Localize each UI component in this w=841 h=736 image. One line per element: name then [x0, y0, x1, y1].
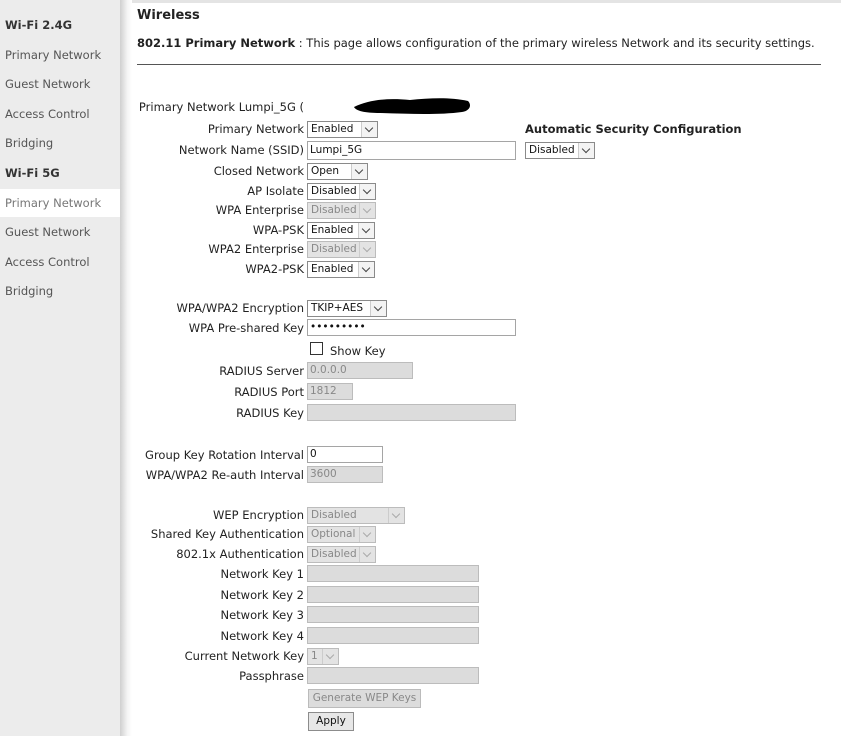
sidebar-item-5g-access-control[interactable]: Access Control	[0, 248, 120, 276]
sidebar-item-5g-guest-network[interactable]: Guest Network	[0, 218, 120, 246]
ssid-input[interactable]: Lumpi_5G	[307, 141, 516, 160]
wpa2-psk-label: WPA2-PSK	[245, 262, 304, 276]
ssid-label: Network Name (SSID)	[178, 143, 304, 157]
sidebar-section-wifi-5g: Wi-Fi 5G	[5, 166, 60, 180]
chevron-down-icon	[358, 262, 374, 277]
network-key-4-input[interactable]	[307, 627, 479, 644]
ap-isolate-value: Disabled	[311, 185, 357, 197]
closed-network-label: Closed Network	[213, 164, 304, 178]
page-description-text: : This page allows configuration of the …	[295, 36, 815, 50]
sidebar-item-5g-bridging[interactable]: Bridging	[0, 277, 120, 305]
group-key-rotation-input[interactable]: 0	[307, 446, 383, 463]
radius-port-input[interactable]: 1812	[307, 383, 353, 400]
chevron-down-icon	[359, 184, 375, 199]
wpa2-enterprise-value: Disabled	[311, 243, 357, 255]
closed-network-select[interactable]: Open	[307, 163, 368, 180]
sidebar-section-wifi-24g: Wi-Fi 2.4G	[5, 18, 73, 32]
current-network-key-value: 1	[311, 650, 318, 662]
chevron-down-icon	[578, 143, 594, 158]
network-key-1-input[interactable]	[307, 565, 479, 582]
wpa2-enterprise-select[interactable]: Disabled	[307, 241, 376, 258]
network-key-3-input[interactable]	[307, 606, 479, 623]
wpa-enterprise-label: WPA Enterprise	[215, 203, 304, 217]
auth-8021x-label: 802.1x Authentication	[176, 547, 304, 561]
reauth-interval-label: WPA/WPA2 Re-auth Interval	[145, 468, 304, 482]
shared-key-auth-label: Shared Key Authentication	[150, 527, 304, 541]
primary-network-label: Primary Network	[207, 122, 304, 136]
wpa2-psk-select[interactable]: Enabled	[307, 261, 375, 278]
auto-security-heading: Automatic Security Configuration	[525, 122, 742, 136]
auto-security-select[interactable]: Disabled	[525, 142, 595, 159]
page-description-heading: 802.11 Primary Network	[137, 36, 296, 50]
auth-8021x-select[interactable]: Disabled	[307, 546, 376, 563]
chevron-down-icon	[351, 164, 367, 179]
auth-8021x-value: Disabled	[311, 548, 357, 560]
chevron-down-icon	[359, 242, 375, 257]
ap-isolate-label: AP Isolate	[247, 184, 304, 198]
chevron-down-icon	[388, 508, 404, 523]
ap-isolate-select[interactable]: Disabled	[307, 183, 376, 200]
chevron-down-icon	[359, 547, 375, 562]
network-key-2-input[interactable]	[307, 586, 479, 603]
page-title: Wireless	[137, 8, 200, 23]
psk-input[interactable]: •••••••••	[307, 319, 516, 336]
network-key-2-label: Network Key 2	[220, 588, 305, 602]
encryption-select[interactable]: TKIP+AES	[307, 300, 387, 317]
top-divider	[132, 0, 841, 3]
primary-network-name-label: Primary Network Lumpi_5G (	[138, 100, 304, 114]
radius-port-label: RADIUS Port	[234, 385, 304, 399]
group-key-rotation-label: Group Key Rotation Interval	[145, 448, 304, 462]
sidebar-item-24g-bridging[interactable]: Bridging	[0, 129, 120, 157]
chevron-down-icon	[359, 203, 375, 218]
wpa-psk-label: WPA-PSK	[252, 223, 304, 237]
sidebar-item-24g-guest-network[interactable]: Guest Network	[0, 70, 120, 98]
chevron-down-icon	[358, 223, 374, 238]
shared-key-auth-select[interactable]: Optional	[307, 526, 376, 543]
current-network-key-select[interactable]: 1	[307, 648, 339, 665]
show-key-label: Show Key	[330, 344, 386, 358]
auto-security-value: Disabled	[529, 144, 575, 156]
wep-encryption-label: WEP Encryption	[213, 508, 304, 522]
page-description: 802.11 Primary Network : This page allow…	[137, 36, 815, 50]
encryption-value: TKIP+AES	[311, 302, 364, 314]
primary-network-value: Enabled	[311, 123, 354, 135]
generate-wep-keys-button[interactable]: Generate WEP Keys	[308, 689, 421, 708]
sidebar-item-24g-access-control[interactable]: Access Control	[0, 100, 120, 128]
primary-network-select[interactable]: Enabled	[307, 121, 378, 138]
sidebar-item-24g-primary-network[interactable]: Primary Network	[0, 41, 120, 69]
closed-network-value: Open	[311, 165, 340, 177]
wep-encryption-select[interactable]: Disabled	[307, 507, 405, 524]
network-key-3-label: Network Key 3	[220, 608, 305, 622]
show-key-checkbox[interactable]	[310, 342, 323, 355]
reauth-interval-input[interactable]: 3600	[307, 466, 383, 483]
shared-key-auth-value: Optional	[311, 528, 356, 540]
chevron-down-icon	[359, 527, 375, 542]
wpa-enterprise-select[interactable]: Disabled	[307, 202, 376, 219]
header-divider	[137, 64, 821, 65]
radius-server-label: RADIUS Server	[219, 364, 304, 378]
wpa-psk-value: Enabled	[311, 224, 354, 236]
wpa2-enterprise-label: WPA2 Enterprise	[208, 242, 304, 256]
passphrase-label: Passphrase	[239, 669, 304, 683]
wpa-enterprise-value: Disabled	[311, 204, 357, 216]
sidebar-item-5g-primary-network[interactable]: Primary Network	[0, 189, 120, 217]
apply-button[interactable]: Apply	[308, 712, 354, 731]
psk-label: WPA Pre-shared Key	[188, 321, 304, 335]
radius-key-label: RADIUS Key	[236, 406, 304, 420]
radius-key-input[interactable]	[307, 404, 516, 421]
wpa-psk-select[interactable]: Enabled	[307, 222, 375, 239]
network-key-4-label: Network Key 4	[220, 629, 305, 643]
network-key-1-label: Network Key 1	[220, 567, 305, 581]
encryption-label: WPA/WPA2 Encryption	[176, 301, 304, 315]
radius-server-input[interactable]: 0.0.0.0	[307, 362, 413, 379]
redaction-scribble	[354, 98, 470, 114]
wpa2-psk-value: Enabled	[311, 263, 354, 275]
chevron-down-icon	[361, 122, 377, 137]
wep-encryption-value: Disabled	[311, 509, 357, 521]
passphrase-input[interactable]	[307, 667, 479, 684]
chevron-down-icon	[370, 301, 386, 316]
current-network-key-label: Current Network Key	[184, 649, 304, 663]
chevron-down-icon	[322, 649, 338, 664]
